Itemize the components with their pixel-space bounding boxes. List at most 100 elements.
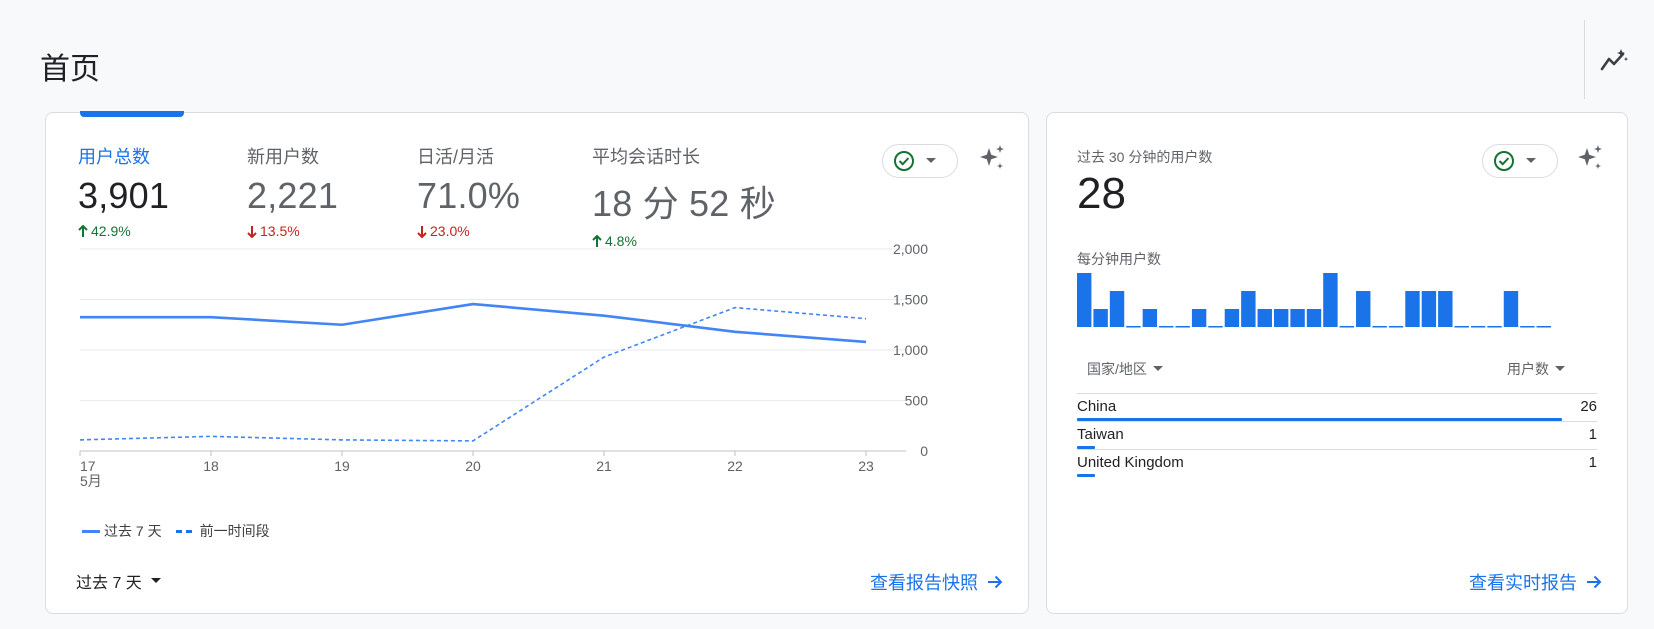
country-name: China xyxy=(1077,398,1117,415)
country-name: United Kingdom xyxy=(1077,454,1184,471)
x-sublabel: 5月 xyxy=(80,473,102,489)
users-column-header[interactable]: 用户数 xyxy=(1507,359,1565,379)
minute-bar xyxy=(1372,326,1387,328)
minute-bar xyxy=(1536,326,1551,328)
x-tick-label: 23 xyxy=(858,458,874,474)
y-tick-label: 2,000 xyxy=(893,241,928,257)
country-users: 1 xyxy=(1588,426,1597,443)
minute-bar xyxy=(1503,291,1519,327)
metric-delta-value: 13.5% xyxy=(260,223,300,239)
sparkle-icon xyxy=(1578,145,1602,169)
caret-down-icon xyxy=(150,578,161,583)
home-page: 首页 用户总数 3,901 42.9% 新用户数 2,221 13.5% 日活/… xyxy=(0,0,1654,629)
minute-bar xyxy=(1224,309,1240,327)
check-circle-icon xyxy=(894,151,914,171)
users-column-label: 用户数 xyxy=(1507,361,1549,377)
realtime-users-value: 28 xyxy=(1077,169,1126,218)
minute-bar xyxy=(1306,309,1322,327)
x-tick-label: 18 xyxy=(203,458,219,474)
country-name: Taiwan xyxy=(1077,426,1124,443)
active-metric-indicator xyxy=(80,111,184,117)
minute-bar xyxy=(1257,309,1272,327)
minute-bar xyxy=(1470,326,1486,328)
minute-bar xyxy=(1175,326,1190,328)
metric-delta-value: 42.9% xyxy=(91,223,131,239)
minute-bar xyxy=(1421,291,1437,327)
x-tick-label: 17 xyxy=(80,458,96,474)
minute-bar xyxy=(1356,291,1371,327)
minute-bar xyxy=(1290,309,1305,327)
metric-avg-session-duration[interactable]: 平均会话时长 18 分 52 秒 4.8% xyxy=(592,143,776,249)
legend-solid-swatch xyxy=(82,529,100,533)
date-range-label: 过去 7 天 xyxy=(76,575,142,592)
minute-bar xyxy=(1273,309,1289,327)
arrow-right-icon xyxy=(988,575,1003,589)
minute-bar xyxy=(1142,309,1158,327)
legend-current-label: 过去 7 天 xyxy=(104,523,162,539)
legend-current: 过去 7 天 xyxy=(82,521,162,541)
caret-down-icon xyxy=(1526,158,1536,163)
legend-previous-label: 前一时间段 xyxy=(199,523,270,539)
users-overview-card: 用户总数 3,901 42.9% 新用户数 2,221 13.5% 日活/月活 … xyxy=(45,111,1029,614)
minute-bar xyxy=(1520,326,1535,328)
minute-bar xyxy=(1487,326,1502,328)
legend-previous: 前一时间段 xyxy=(175,521,270,541)
share-bar xyxy=(1077,474,1096,477)
metric-total-users[interactable]: 用户总数 3,901 42.9% xyxy=(78,143,169,239)
metric-new-users[interactable]: 新用户数 2,221 13.5% xyxy=(247,143,338,239)
view-realtime-report-label: 查看实时报告 xyxy=(1469,573,1577,593)
metric-label: 平均会话时长 xyxy=(592,147,700,167)
per-minute-bar-chart xyxy=(1077,273,1551,328)
ai-insights-button[interactable] xyxy=(1573,141,1607,175)
realtime-status-dropdown[interactable] xyxy=(1482,144,1558,178)
per-minute-label: 每分钟用户数 xyxy=(1077,251,1161,267)
view-report-snapshot-link[interactable]: 查看报告快照 xyxy=(870,569,1004,595)
ai-insights-button[interactable] xyxy=(975,141,1009,175)
previous-period-line xyxy=(79,306,867,442)
y-tick-label: 500 xyxy=(905,393,929,409)
check-circle-icon xyxy=(1494,151,1514,171)
metric-dau-mau[interactable]: 日活/月活 71.0% 23.0% xyxy=(417,143,520,239)
minute-bar xyxy=(1339,326,1355,328)
table-row[interactable]: Taiwan 1 xyxy=(1077,421,1597,449)
arrow-down-icon xyxy=(247,225,257,238)
table-row[interactable]: United Kingdom 1 xyxy=(1077,449,1597,477)
current-period-line xyxy=(80,302,867,344)
metric-delta: 42.9% xyxy=(78,223,169,239)
minute-bar xyxy=(1093,309,1108,327)
x-tick-label: 19 xyxy=(334,458,350,474)
country-table: China 26 Taiwan 1 United Kingdom 1 xyxy=(1077,393,1597,477)
country-column-header[interactable]: 国家/地区 xyxy=(1087,359,1163,379)
table-row[interactable]: China 26 xyxy=(1077,393,1597,421)
metric-delta: 23.0% xyxy=(417,223,520,239)
sparkle-icon xyxy=(980,145,1004,169)
minute-bar xyxy=(1077,273,1092,327)
country-column-label: 国家/地区 xyxy=(1087,361,1147,377)
legend-dashed-swatch xyxy=(175,529,196,533)
trend-sparkle-icon xyxy=(1600,49,1629,71)
comparison-status-dropdown[interactable] xyxy=(882,144,958,178)
insights-button[interactable] xyxy=(1596,42,1632,78)
y-tick-label: 1,500 xyxy=(893,292,928,308)
date-range-dropdown[interactable]: 过去 7 天 xyxy=(76,569,162,593)
metric-value: 3,901 xyxy=(78,175,170,216)
view-report-snapshot-label: 查看报告快照 xyxy=(870,573,978,593)
x-tick-label: 20 xyxy=(465,458,481,474)
header-divider xyxy=(1584,20,1585,99)
metric-label: 新用户数 xyxy=(247,147,319,167)
minute-bar xyxy=(1241,291,1256,327)
caret-down-icon xyxy=(1152,366,1163,371)
y-tick-label: 1,000 xyxy=(893,342,928,358)
users-line-chart: 0 500 1,000 1,500 2,000 17 18 19 20 21 22 23 5月 xyxy=(79,241,929,489)
metric-delta-value: 23.0% xyxy=(430,223,470,239)
country-users: 1 xyxy=(1588,454,1597,471)
minute-bar xyxy=(1109,291,1125,327)
realtime-card: 过去 30 分钟的用户数 28 每分钟用户数 国家/地区 用户数 China 26… xyxy=(1046,112,1628,614)
x-tick-label: 22 xyxy=(727,458,743,474)
metric-delta: 13.5% xyxy=(247,223,338,239)
minute-bar xyxy=(1323,273,1338,327)
metric-value: 2,221 xyxy=(247,175,339,216)
minute-bar xyxy=(1388,326,1404,328)
arrow-down-icon xyxy=(417,225,427,238)
view-realtime-report-link[interactable]: 查看实时报告 xyxy=(1469,569,1603,595)
